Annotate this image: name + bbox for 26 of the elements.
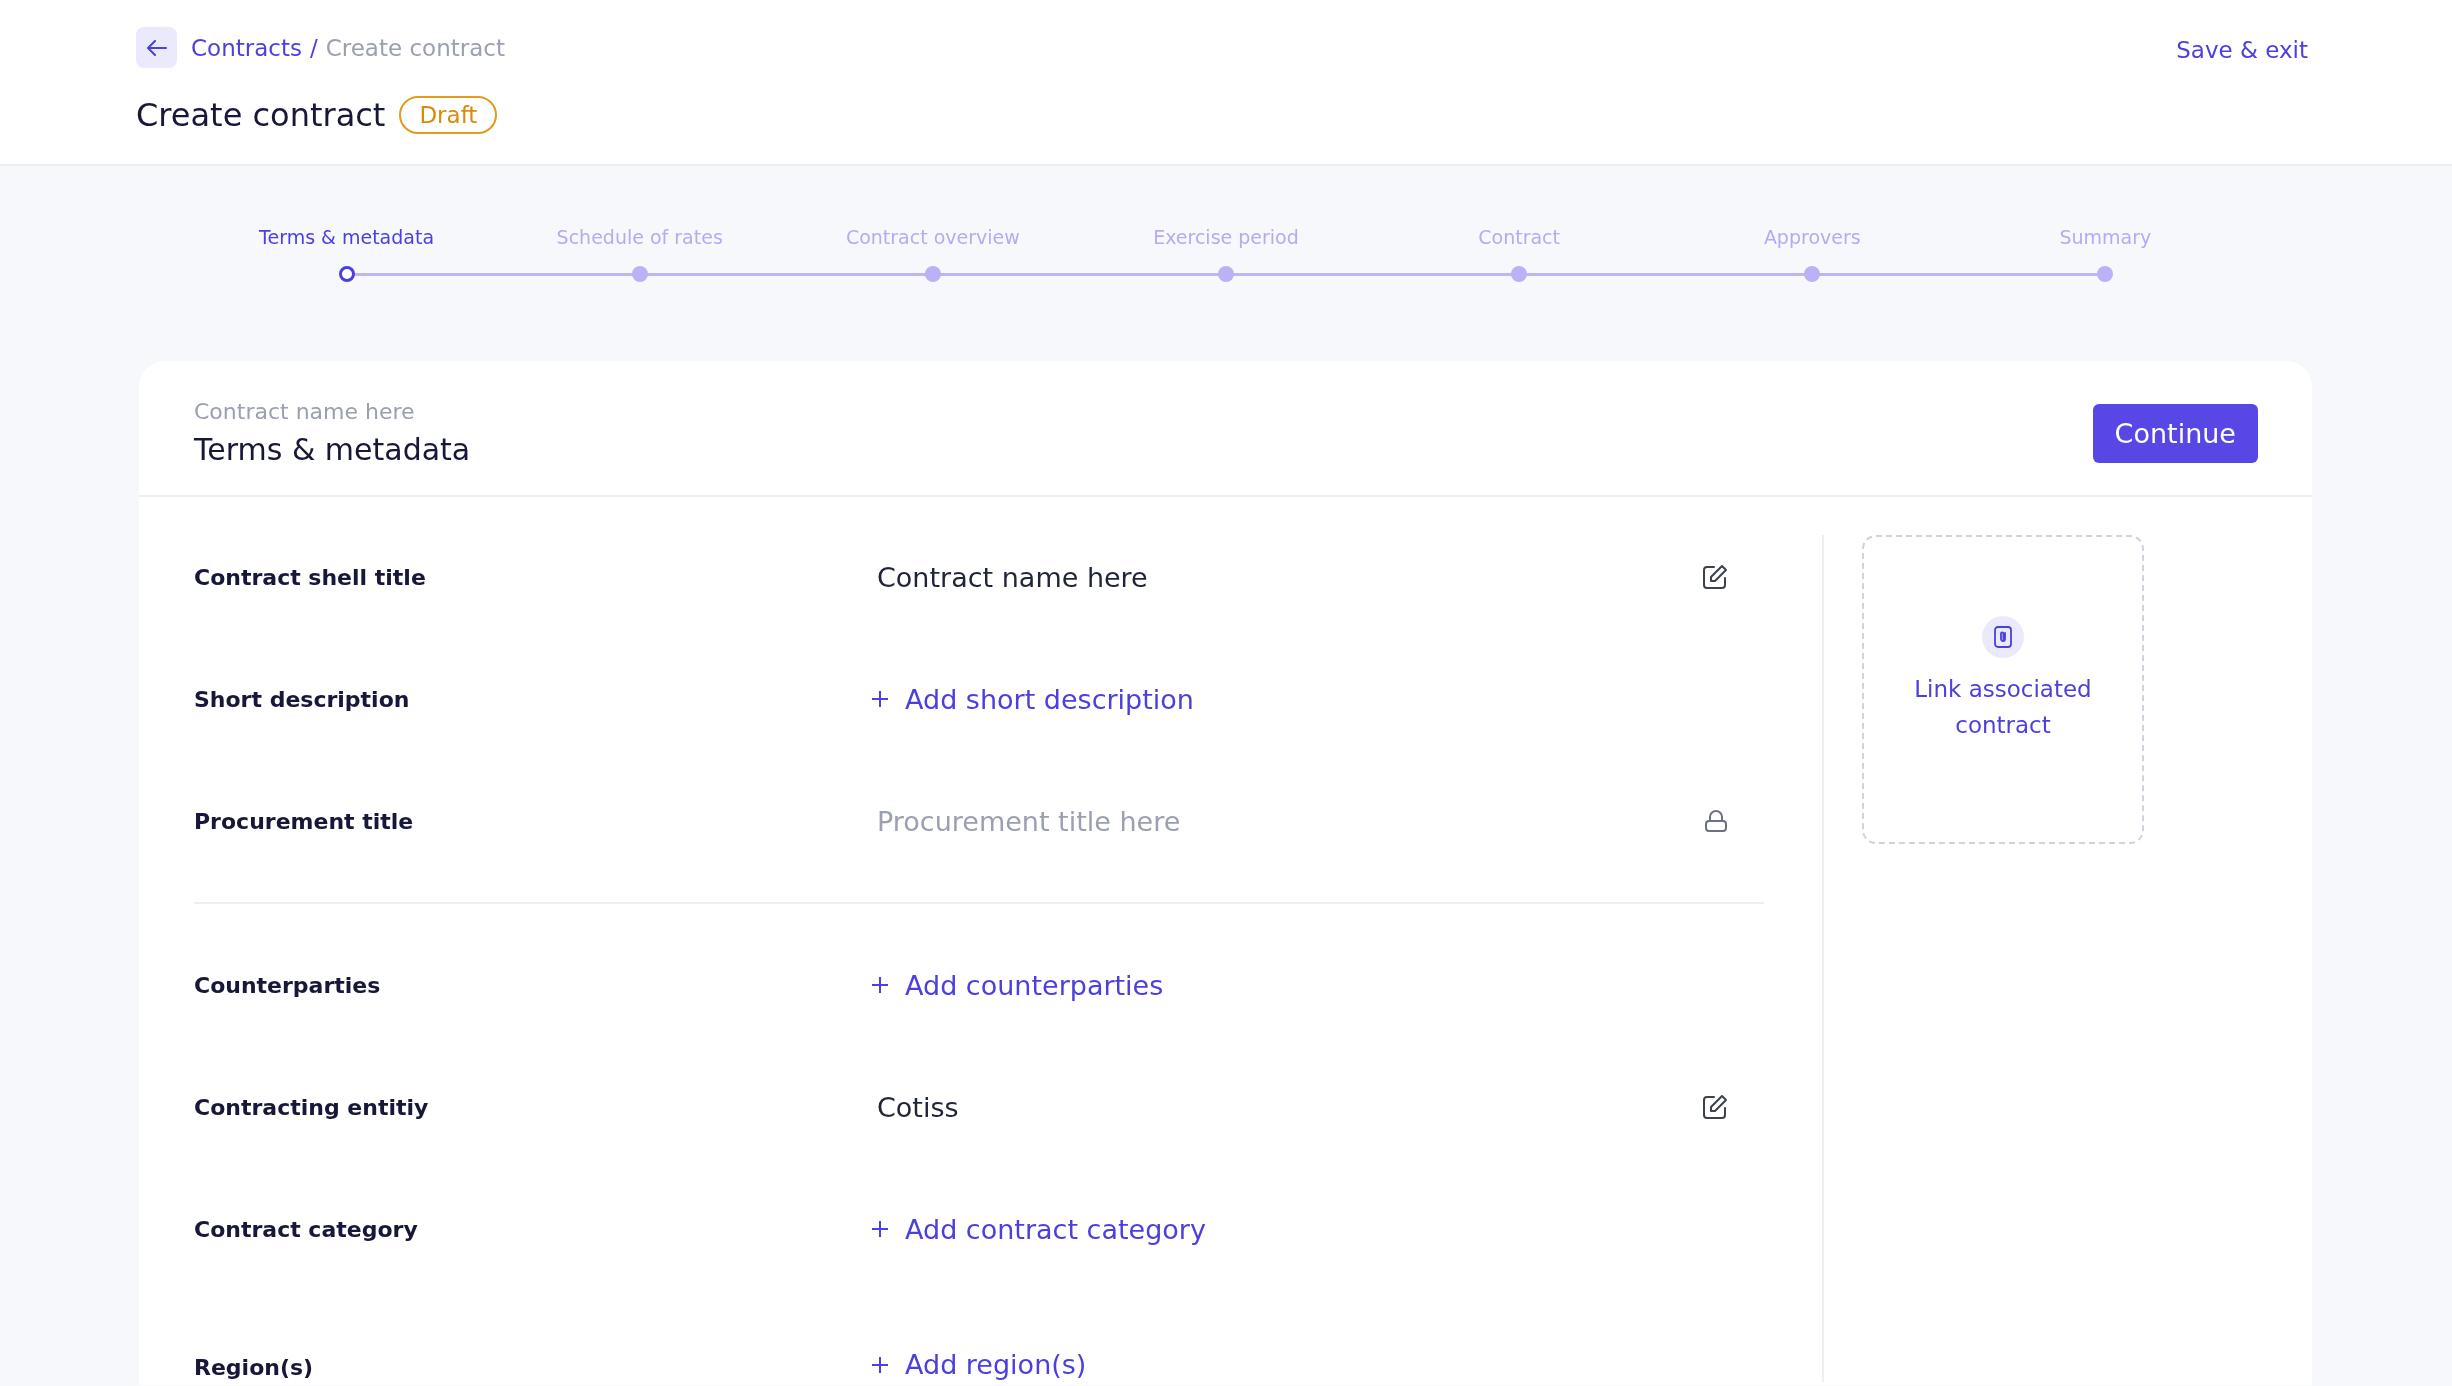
field-value: Contract name here [877, 561, 1149, 593]
field-value: Cotiss [877, 1091, 960, 1123]
save-exit-link[interactable]: Save & exit [2176, 37, 2308, 63]
field-label: Contract category [194, 1216, 419, 1242]
link-contract-card[interactable]: Link associated contract [1862, 535, 2144, 844]
link-contract-label: Link associated contract [1913, 674, 2093, 740]
page-title: Create contract [136, 96, 386, 134]
card-title: Terms & metadata [194, 432, 471, 467]
field-label: Short description [194, 686, 411, 712]
field-label: Counterparties [194, 972, 382, 998]
breadcrumb-separator: / [309, 34, 318, 61]
card-subtitle: Contract name here [194, 399, 416, 424]
field-label: Procurement title [194, 808, 415, 834]
field-label: Contracting entitiy [194, 1094, 430, 1120]
field-label: Contract shell title [194, 564, 427, 590]
status-badge: Draft [399, 96, 498, 134]
step-label[interactable]: Terms & metadata [259, 225, 435, 249]
field-value: Procurement title here [877, 805, 1182, 837]
add-link[interactable]: Add counterparties [871, 969, 1164, 1001]
breadcrumb-current: Create contract [325, 34, 505, 61]
breadcrumb-link[interactable]: Contracts [191, 34, 302, 61]
add-link[interactable]: Add region(s) [871, 1349, 1087, 1380]
continue-button[interactable]: Continue [2092, 403, 2258, 463]
add-link[interactable]: Add contract category [871, 1213, 1206, 1245]
add-link[interactable]: Add short description [871, 683, 1194, 715]
field-label: Region(s) [194, 1355, 315, 1380]
